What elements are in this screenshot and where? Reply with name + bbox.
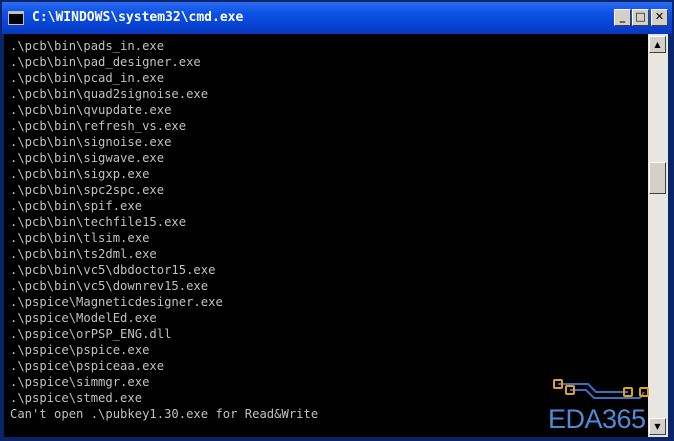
console-line: Can't open .\pubkey1.30.exe for Read&Wri… xyxy=(10,407,319,421)
scroll-up-button[interactable]: ▲ xyxy=(649,36,666,53)
cmd-icon[interactable] xyxy=(8,11,24,25)
eda365-watermark: EDA365 xyxy=(548,374,666,438)
watermark-text: EDA365 xyxy=(548,404,646,434)
console-line: .\pcb\bin\sigwave.exe xyxy=(10,151,165,165)
console-line: .\pcb\bin\tlsim.exe xyxy=(10,231,150,245)
console-line: .\pcb\bin\refresh_vs.exe xyxy=(10,119,187,133)
console-line: .\pspice\orPSP_ENG.dll xyxy=(10,327,172,341)
console-line: .\pcb\bin\spif.exe xyxy=(10,199,143,213)
maximize-button[interactable]: □ xyxy=(632,9,649,26)
console-line: .\pcb\bin\vc5\dbdoctor15.exe xyxy=(10,263,216,277)
console-line: .\pcb\bin\spc2spc.exe xyxy=(10,183,165,197)
console-line: .\pcb\bin\vc5\downrev15.exe xyxy=(10,279,209,293)
console-lines: .\pcb\bin\pads_in.exe .\pcb\bin\pad_desig… xyxy=(10,38,318,422)
window-frame-right xyxy=(668,34,672,439)
close-button[interactable]: ✕ xyxy=(651,9,668,26)
console-line: .\pcb\bin\signoise.exe xyxy=(10,135,172,149)
console-line: .\pspice\pspice.exe xyxy=(10,343,150,357)
title-bar[interactable]: C:\WINDOWS\system32\cmd.exe _ □ ✕ xyxy=(2,2,672,34)
minimize-button[interactable]: _ xyxy=(614,9,631,26)
console-line: .\pspice\Magneticdesigner.exe xyxy=(10,295,223,309)
console-line: .\pspice\simmgr.exe xyxy=(10,375,150,389)
console-line: .\pcb\bin\pcad_in.exe xyxy=(10,71,165,85)
console-line: .\pcb\bin\pads_in.exe xyxy=(10,39,165,53)
window-title: C:\WINDOWS\system32\cmd.exe xyxy=(32,10,244,25)
console-line: .\pcb\bin\pad_designer.exe xyxy=(10,55,201,69)
cmd-window: C:\WINDOWS\system32\cmd.exe _ □ ✕ .\pcb\… xyxy=(0,0,674,441)
console-line: .\pcb\bin\ts2dml.exe xyxy=(10,247,157,261)
scroll-thumb[interactable] xyxy=(649,162,666,194)
console-line: .\pcb\bin\qvupdate.exe xyxy=(10,103,172,117)
console-line: .\pspice\pspiceaa.exe xyxy=(10,359,165,373)
console-line: .\pcb\bin\techfile15.exe xyxy=(10,215,187,229)
console-line: .\pcb\bin\sigxp.exe xyxy=(10,167,150,181)
console-line: .\pspice\ModelEd.exe xyxy=(10,311,157,325)
circuit-logo-icon xyxy=(553,379,649,399)
console-line: .\pcb\bin\quad2signoise.exe xyxy=(10,87,209,101)
console-line: .\pspice\stmed.exe xyxy=(10,391,143,405)
